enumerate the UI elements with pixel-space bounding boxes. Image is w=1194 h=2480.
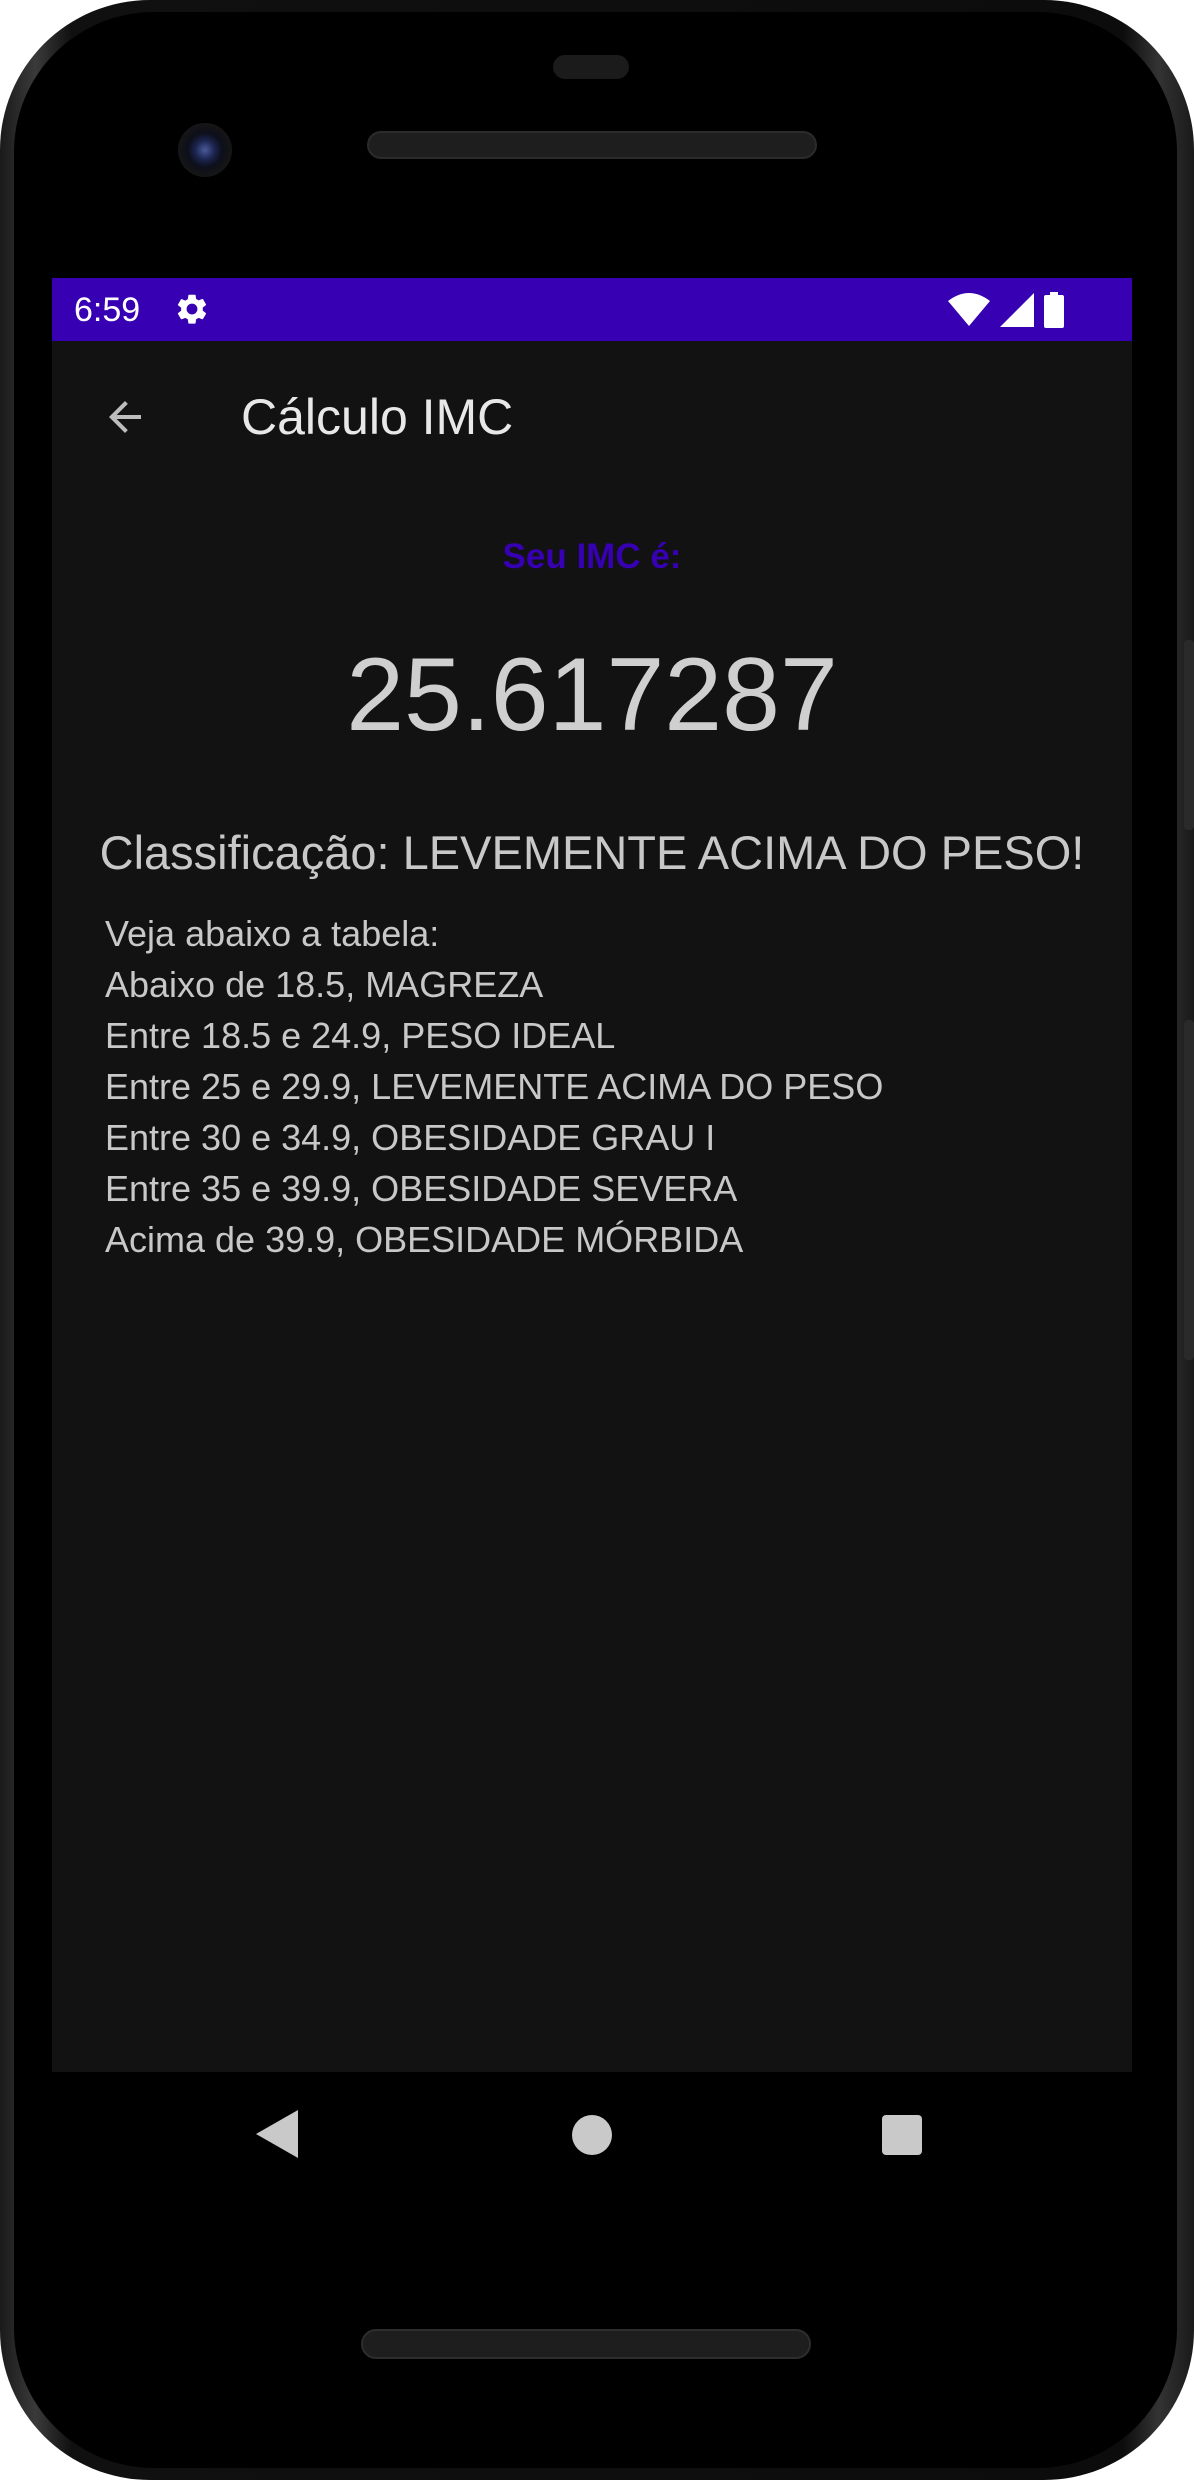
nav-recents-icon[interactable] xyxy=(882,2115,922,2155)
page-title: Cálculo IMC xyxy=(241,389,514,445)
app-screen: 6:59 Cálculo IMC Seu IMC é: 25.617287 Cl… xyxy=(52,278,1132,2072)
imc-value: 25.617287 xyxy=(346,637,838,753)
app-bar: Cálculo IMC xyxy=(52,341,1132,488)
arrow-back-icon[interactable] xyxy=(101,393,149,441)
classification-text: Classificação: LEVEMENTE ACIMA DO PESO! xyxy=(99,826,1085,879)
bottom-speaker-grille xyxy=(361,2329,811,2359)
wifi-icon xyxy=(948,293,990,326)
nav-back-icon[interactable] xyxy=(256,2110,298,2158)
table-row: Entre 30 e 34.9, OBESIDADE GRAU I xyxy=(105,1117,716,1158)
front-camera-icon xyxy=(178,123,232,177)
status-time: 6:59 xyxy=(74,291,141,329)
phone-frame: 6:59 Cálculo IMC Seu IMC é: 25.617287 Cl… xyxy=(0,0,1194,2480)
status-icons xyxy=(948,291,1064,329)
cell-signal-icon xyxy=(1000,293,1034,327)
table-row: Acima de 39.9, OBESIDADE MÓRBIDA xyxy=(105,1219,744,1260)
battery-icon xyxy=(1044,292,1064,328)
table-row: Abaixo de 18.5, MAGREZA xyxy=(105,964,544,1005)
status-bar: 6:59 xyxy=(52,278,1132,341)
settings-gear-icon xyxy=(177,294,207,324)
table-row: Entre 18.5 e 24.9, PESO IDEAL xyxy=(105,1015,616,1056)
table-heading: Veja abaixo a tabela: xyxy=(105,913,440,954)
table-row: Entre 25 e 29.9, LEVEMENTE ACIMA DO PESO xyxy=(105,1066,884,1107)
volume-button xyxy=(1184,640,1194,830)
top-speaker-grille xyxy=(367,131,817,159)
system-nav-bar xyxy=(0,2072,1194,2200)
table-row: Entre 35 e 39.9, OBESIDADE SEVERA xyxy=(105,1168,738,1209)
nav-home-icon[interactable] xyxy=(572,2115,612,2155)
imc-table: Veja abaixo a tabela: Abaixo de 18.5, MA… xyxy=(105,908,1105,1265)
top-sensor xyxy=(553,55,629,79)
power-button xyxy=(1184,1020,1194,1360)
imc-label: Seu IMC é: xyxy=(502,537,682,576)
